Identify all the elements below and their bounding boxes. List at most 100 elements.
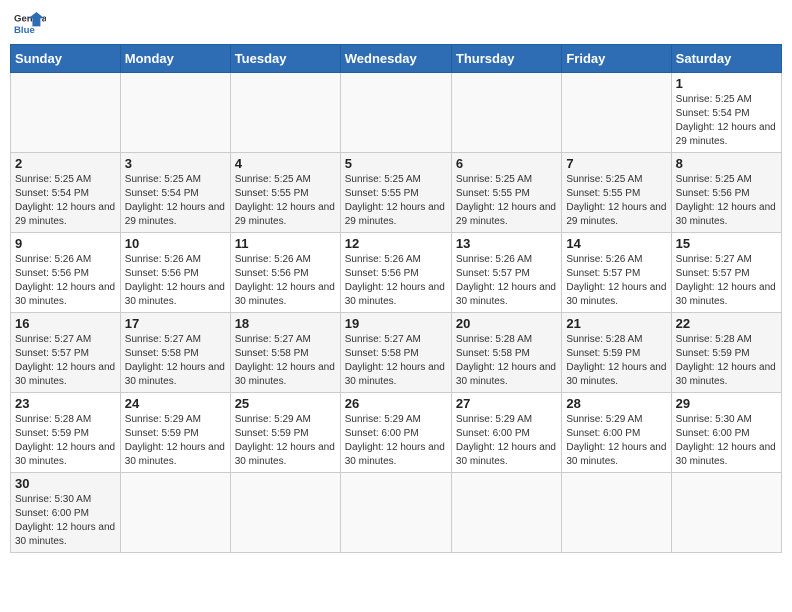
- day-number: 12: [345, 236, 447, 251]
- calendar-week-2: 2 Sunrise: 5:25 AM Sunset: 5:54 PM Daylig…: [11, 153, 782, 233]
- generalblue-logo-icon: General Blue: [14, 10, 46, 38]
- calendar-cell: [340, 73, 451, 153]
- day-info: Sunrise: 5:26 AM Sunset: 5:56 PM Dayligh…: [125, 253, 226, 309]
- day-info: Sunrise: 5:26 AM Sunset: 5:57 PM Dayligh…: [456, 253, 557, 309]
- calendar-cell: 8Sunrise: 5:25 AM Sunset: 5:56 PM Daylig…: [671, 153, 781, 233]
- day-info: Sunrise: 5:25 AM Sunset: 5:56 PM Dayligh…: [676, 173, 777, 229]
- calendar-cell: 29Sunrise: 5:30 AM Sunset: 6:00 PM Dayli…: [671, 393, 781, 473]
- calendar-cell: 24 Sunrise: 5:29 AM Sunset: 5:59 PM Dayli…: [120, 393, 230, 473]
- day-number: 11: [235, 236, 336, 251]
- calendar-cell: [120, 473, 230, 553]
- calendar-cell: 30 Sunrise: 5:30 AM Sunset: 6:00 PM Dayli…: [11, 473, 121, 553]
- calendar-cell: 26 Sunrise: 5:29 AM Sunset: 6:00 PM Dayli…: [340, 393, 451, 473]
- day-number: 2: [15, 156, 116, 171]
- day-info: Sunrise: 5:29 AM Sunset: 6:00 PM Dayligh…: [345, 413, 447, 469]
- day-number: 13: [456, 236, 557, 251]
- calendar-cell: 22Sunrise: 5:28 AM Sunset: 5:59 PM Dayli…: [671, 313, 781, 393]
- day-info: Sunrise: 5:29 AM Sunset: 6:00 PM Dayligh…: [566, 413, 666, 469]
- calendar-week-5: 23 Sunrise: 5:28 AM Sunset: 5:59 PM Dayli…: [11, 393, 782, 473]
- day-number: 24: [125, 396, 226, 411]
- day-info: Sunrise: 5:26 AM Sunset: 5:56 PM Dayligh…: [345, 253, 447, 309]
- day-number: 26: [345, 396, 447, 411]
- day-info: Sunrise: 5:25 AM Sunset: 5:55 PM Dayligh…: [566, 173, 666, 229]
- day-number: 4: [235, 156, 336, 171]
- day-number: 21: [566, 316, 666, 331]
- day-number: 10: [125, 236, 226, 251]
- day-number: 1: [676, 76, 777, 91]
- calendar-cell: 27 Sunrise: 5:29 AM Sunset: 6:00 PM Dayli…: [451, 393, 561, 473]
- day-info: Sunrise: 5:26 AM Sunset: 5:56 PM Dayligh…: [15, 253, 116, 309]
- day-info: Sunrise: 5:29 AM Sunset: 6:00 PM Dayligh…: [456, 413, 557, 469]
- calendar-week-6: 30 Sunrise: 5:30 AM Sunset: 6:00 PM Dayli…: [11, 473, 782, 553]
- calendar-week-4: 16Sunrise: 5:27 AM Sunset: 5:57 PM Dayli…: [11, 313, 782, 393]
- calendar-cell: [120, 73, 230, 153]
- day-info: Sunrise: 5:26 AM Sunset: 5:56 PM Dayligh…: [235, 253, 336, 309]
- calendar-cell: [562, 73, 671, 153]
- day-number: 14: [566, 236, 666, 251]
- day-number: 29: [676, 396, 777, 411]
- calendar-cell: 19Sunrise: 5:27 AM Sunset: 5:58 PM Dayli…: [340, 313, 451, 393]
- calendar-cell: 15 Sunrise: 5:27 AM Sunset: 5:57 PM Dayli…: [671, 233, 781, 313]
- day-number: 25: [235, 396, 336, 411]
- calendar-cell: [562, 473, 671, 553]
- calendar-cell: [11, 73, 121, 153]
- calendar-header-row: SundayMondayTuesdayWednesdayThursdayFrid…: [11, 45, 782, 73]
- day-number: 27: [456, 396, 557, 411]
- day-number: 5: [345, 156, 447, 171]
- calendar-cell: [451, 73, 561, 153]
- calendar-cell: 14 Sunrise: 5:26 AM Sunset: 5:57 PM Dayli…: [562, 233, 671, 313]
- calendar-cell: 18Sunrise: 5:27 AM Sunset: 5:58 PM Dayli…: [230, 313, 340, 393]
- calendar-cell: 17Sunrise: 5:27 AM Sunset: 5:58 PM Dayli…: [120, 313, 230, 393]
- calendar-cell: 5 Sunrise: 5:25 AM Sunset: 5:55 PM Daylig…: [340, 153, 451, 233]
- day-info: Sunrise: 5:28 AM Sunset: 5:59 PM Dayligh…: [566, 333, 666, 389]
- calendar-week-1: 1 Sunrise: 5:25 AM Sunset: 5:54 PM Daylig…: [11, 73, 782, 153]
- weekday-header-saturday: Saturday: [671, 45, 781, 73]
- weekday-header-monday: Monday: [120, 45, 230, 73]
- day-number: 9: [15, 236, 116, 251]
- day-number: 20: [456, 316, 557, 331]
- day-info: Sunrise: 5:28 AM Sunset: 5:59 PM Dayligh…: [15, 413, 116, 469]
- day-number: 19: [345, 316, 447, 331]
- calendar-cell: 3Sunrise: 5:25 AM Sunset: 5:54 PM Daylig…: [120, 153, 230, 233]
- calendar-cell: 12 Sunrise: 5:26 AM Sunset: 5:56 PM Dayli…: [340, 233, 451, 313]
- calendar-cell: 23 Sunrise: 5:28 AM Sunset: 5:59 PM Dayli…: [11, 393, 121, 473]
- day-number: 28: [566, 396, 666, 411]
- calendar-cell: 4Sunrise: 5:25 AM Sunset: 5:55 PM Daylig…: [230, 153, 340, 233]
- svg-text:General: General: [14, 14, 46, 25]
- calendar-cell: 1 Sunrise: 5:25 AM Sunset: 5:54 PM Daylig…: [671, 73, 781, 153]
- weekday-header-friday: Friday: [562, 45, 671, 73]
- day-number: 15: [676, 236, 777, 251]
- calendar-week-3: 9 Sunrise: 5:26 AM Sunset: 5:56 PM Daylig…: [11, 233, 782, 313]
- calendar-cell: [230, 73, 340, 153]
- day-number: 23: [15, 396, 116, 411]
- calendar-cell: 25Sunrise: 5:29 AM Sunset: 5:59 PM Dayli…: [230, 393, 340, 473]
- day-info: Sunrise: 5:25 AM Sunset: 5:54 PM Dayligh…: [125, 173, 226, 229]
- day-number: 17: [125, 316, 226, 331]
- calendar-cell: 28 Sunrise: 5:29 AM Sunset: 6:00 PM Dayli…: [562, 393, 671, 473]
- calendar-cell: 2Sunrise: 5:25 AM Sunset: 5:54 PM Daylig…: [11, 153, 121, 233]
- calendar-cell: 9 Sunrise: 5:26 AM Sunset: 5:56 PM Daylig…: [11, 233, 121, 313]
- day-info: Sunrise: 5:25 AM Sunset: 5:55 PM Dayligh…: [345, 173, 447, 229]
- day-info: Sunrise: 5:26 AM Sunset: 5:57 PM Dayligh…: [566, 253, 666, 309]
- calendar-cell: 20 Sunrise: 5:28 AM Sunset: 5:58 PM Dayli…: [451, 313, 561, 393]
- day-number: 30: [15, 476, 116, 491]
- day-info: Sunrise: 5:25 AM Sunset: 5:54 PM Dayligh…: [676, 93, 777, 149]
- logo: General Blue: [14, 10, 46, 38]
- day-info: Sunrise: 5:27 AM Sunset: 5:57 PM Dayligh…: [676, 253, 777, 309]
- day-number: 7: [566, 156, 666, 171]
- calendar-cell: 10 Sunrise: 5:26 AM Sunset: 5:56 PM Dayli…: [120, 233, 230, 313]
- calendar-cell: 11 Sunrise: 5:26 AM Sunset: 5:56 PM Dayli…: [230, 233, 340, 313]
- day-number: 6: [456, 156, 557, 171]
- day-info: Sunrise: 5:28 AM Sunset: 5:58 PM Dayligh…: [456, 333, 557, 389]
- day-info: Sunrise: 5:29 AM Sunset: 5:59 PM Dayligh…: [125, 413, 226, 469]
- calendar-cell: 13 Sunrise: 5:26 AM Sunset: 5:57 PM Dayli…: [451, 233, 561, 313]
- calendar-cell: [671, 473, 781, 553]
- calendar-table: SundayMondayTuesdayWednesdayThursdayFrid…: [10, 44, 782, 553]
- page-header: General Blue: [10, 10, 782, 38]
- weekday-header-thursday: Thursday: [451, 45, 561, 73]
- day-info: Sunrise: 5:25 AM Sunset: 5:55 PM Dayligh…: [456, 173, 557, 229]
- day-number: 22: [676, 316, 777, 331]
- day-info: Sunrise: 5:30 AM Sunset: 6:00 PM Dayligh…: [15, 493, 116, 549]
- calendar-cell: 7 Sunrise: 5:25 AM Sunset: 5:55 PM Daylig…: [562, 153, 671, 233]
- calendar-cell: 21 Sunrise: 5:28 AM Sunset: 5:59 PM Dayli…: [562, 313, 671, 393]
